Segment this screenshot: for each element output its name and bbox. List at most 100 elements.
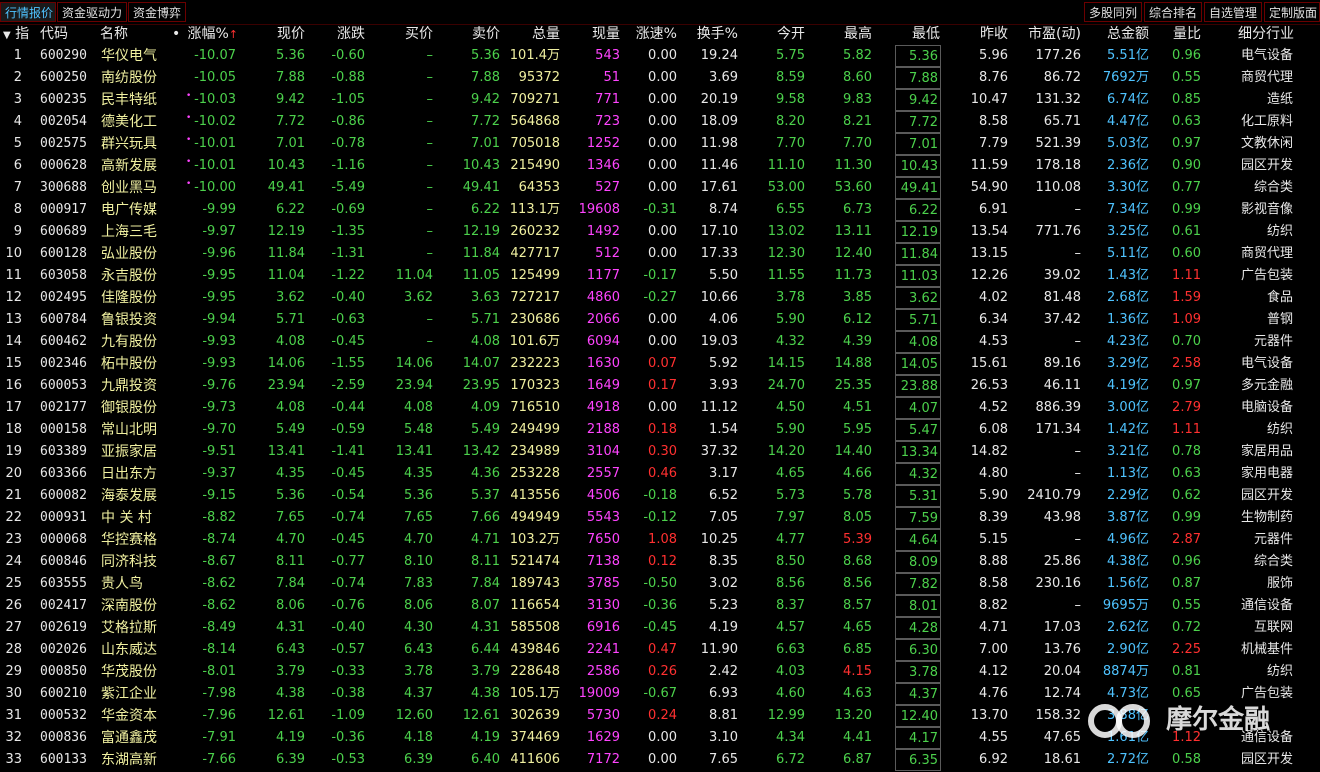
cell-vol-ratio: 0.77 [1172,180,1201,195]
header-high[interactable]: 最高 [810,24,872,45]
header-bid[interactable]: 买价 [375,24,433,45]
header-turnover[interactable]: 换手% [680,24,738,45]
table-row[interactable]: 4 002054 德美化工 -10.02 7.72 -0.86–7.72 564868 723… [0,111,1320,133]
cell-bid: 13.41 [395,444,433,459]
table-row[interactable]: 15 002346 柘中股份 -9.93 14.06 -1.55 14.06 14.07 232… [0,353,1320,375]
cell-volume: 374469 [510,730,560,745]
header-open[interactable]: 今开 [745,24,805,45]
header-industry[interactable]: 细分行业 [1220,24,1294,45]
cell-industry: 元器件 [1253,532,1293,547]
header-cur-vol[interactable]: 现量 [560,24,620,45]
header-ask[interactable]: 卖价 [440,24,500,45]
cell-name: 海泰发展 [101,488,157,504]
table-row[interactable]: 11 603058 永吉股份 -9.95 11.04 -1.22 11.04 11.05 125… [0,265,1320,287]
table-row[interactable]: 5 002575 群兴玩具 -10.01 7.01 -0.78–7.01 705018 125… [0,133,1320,155]
tab-capital-drive[interactable]: 资金驱动力 [57,2,127,22]
table-row[interactable]: 16 600053 九鼎投资 -9.76 23.94 -2.59 23.94 23.95 170… [0,375,1320,397]
cell-change: -0.45 [331,466,365,481]
table-row[interactable]: 19 603389 亚振家居 -9.51 13.41 -1.41 13.41 13.42 234… [0,441,1320,463]
cell-high: 11.30 [834,158,872,173]
header-idx[interactable]: ▼ 指 [3,24,33,45]
header-low[interactable]: 最低 [880,24,940,45]
table-row[interactable]: 2 600250 南纺股份 -10.05 7.88 -0.88 – 7.88 95372 51 0.… [0,67,1320,89]
cell-amount: 5.11亿 [1085,243,1149,265]
header-pe[interactable]: 市盈(动) [1015,24,1081,45]
tab-quotes[interactable]: 行情报价 [0,2,56,22]
amount-unit: 亿 [1135,290,1149,305]
cell-volume: 260232 [510,224,560,239]
table-row[interactable]: 28 002026 山东威达 -8.14 6.43 -0.57 6.43 6.44 439846… [0,639,1320,661]
cell-change: -0.86 [331,114,365,129]
table-row[interactable]: 27 002619 艾格拉斯 -8.49 4.31 -0.40 4.30 4.31 585508… [0,617,1320,639]
tab-ranking[interactable]: 综合排名 [1144,2,1202,22]
cell-ask: 13.42 [462,444,500,459]
cell-low: 4.64 [895,529,941,551]
tab-capital-game[interactable]: 资金博弈 [128,2,186,22]
header-price[interactable]: 现价 [245,24,305,45]
cell-pe: 158.32 [1035,708,1082,723]
cell-amount: 4.96亿 [1085,529,1149,551]
table-row[interactable]: 24 600846 同济科技 -8.67 8.11 -0.77 8.10 8.11 521474… [0,551,1320,573]
cell-volume: 253228 [510,466,560,481]
cell-prev-close: 4.55 [979,730,1008,745]
header-pct[interactable]: 涨幅%↑ [178,24,238,45]
table-row[interactable]: 9 600689 上海三毛 -9.97 12.19 -1.35 – 12.19 260232 14… [0,221,1320,243]
cell-code: 600235 [40,92,87,107]
cell-price: 3.62 [276,290,305,305]
header-amount[interactable]: 总金额 [1085,24,1149,45]
cell-volume: 521474 [510,554,560,569]
header-vol-ratio[interactable]: 量比 [1155,24,1201,45]
cell-high: 4.41 [843,730,872,745]
table-row[interactable]: 12 002495 佳隆股份 -9.95 3.62 -0.40 3.62 3.63 727217… [0,287,1320,309]
table-row[interactable]: 26 002417 深南股份 -8.62 8.06 -0.76 8.06 8.07 116654… [0,595,1320,617]
table-row[interactable]: 29 000850 华茂股份 -8.01 3.79 -0.33 3.78 3.79 228648… [0,661,1320,683]
cell-ask: 14.07 [462,356,500,371]
header-name[interactable]: 名称 [100,24,170,45]
cell-cur-vol: 51 [603,70,620,85]
cell-idx: 11 [5,268,22,283]
table-row[interactable]: 7 300688 创业黑马 -10.00 49.41 -5.49–49.41 64353 52… [0,177,1320,199]
header-prev-close[interactable]: 昨收 [950,24,1008,45]
cell-bid: 4.35 [404,466,433,481]
table-row[interactable]: 6 000628 高新发展 -10.01 10.43 -1.16–10.43 215490 1… [0,155,1320,177]
table-row[interactable]: 20 603366 日出东方 -9.37 4.35 -0.45 4.35 4.36 253228… [0,463,1320,485]
cell-change: -0.54 [331,488,365,503]
amount-unit: 亿 [1135,378,1149,393]
table-row[interactable]: 14 600462 九有股份 -9.93 4.08 -0.45 – 4.08 101.6万 609… [0,331,1320,353]
cell-cur-vol: 6094 [586,334,620,349]
cell-change: -2.59 [331,378,365,393]
table-row[interactable]: 1 600290 华仪电气 -10.07 5.36 -0.60 – 5.36 101.4万 543… [0,45,1320,67]
amount-unit: 亿 [1135,268,1149,283]
table-row[interactable]: 25 603555 贵人鸟 -8.62 7.84 -0.74 7.83 7.84 189743 3… [0,573,1320,595]
table-row[interactable]: 17 002177 御银股份 -9.73 4.08 -0.44 4.08 4.09 716510… [0,397,1320,419]
cell-industry: 文教休闲 [1240,136,1293,151]
cell-price: 4.31 [276,620,305,635]
amount-unit: 万 [1135,598,1149,613]
tab-multi-stock[interactable]: 多股同列 [1084,2,1142,22]
header-code[interactable]: 代码 [40,24,90,45]
table-row[interactable]: 10 600128 弘业股份 -9.96 11.84 -1.31 – 11.84 427717 5… [0,243,1320,265]
cell-ask: 5.36 [471,48,500,63]
cell-bid: 4.18 [404,730,433,745]
header-speed[interactable]: 涨速% [625,24,677,45]
cell-price: 5.71 [276,312,305,327]
tab-watchlist[interactable]: 自选管理 [1204,2,1262,22]
table-row[interactable]: 21 600082 海泰发展 -9.15 5.36 -0.54 5.36 5.37 413556… [0,485,1320,507]
cell-high: 4.63 [843,686,872,701]
cell-idx: 17 [5,400,22,415]
table-row[interactable]: 18 000158 常山北明 -9.70 5.49 -0.59 5.48 5.49 249499… [0,419,1320,441]
table-row[interactable]: 13 600784 鲁银投资 -9.94 5.71 -0.63 – 5.71 230686 206… [0,309,1320,331]
cell-open: 4.32 [776,334,805,349]
table-row[interactable]: 22 000931 中 关 村 -8.82 7.65 -0.74 7.65 7.66 49494… [0,507,1320,529]
cell-high: 4.51 [843,400,872,415]
cell-vol-ratio: 0.62 [1172,488,1201,503]
cell-ask: 6.22 [471,202,500,217]
cell-name: 九有股份 [101,334,157,350]
header-volume[interactable]: 总量 [500,24,560,45]
header-change[interactable]: 涨跌 [310,24,365,45]
tab-custom-layout[interactable]: 定制版面 [1264,2,1320,22]
table-row[interactable]: 23 000068 华控赛格 -8.74 4.70 -0.45 4.70 4.71 103.2万… [0,529,1320,551]
table-row[interactable]: 8 000917 电广传媒 -9.99 6.22 -0.69 – 6.22 113.1万 1960… [0,199,1320,221]
table-row[interactable]: 33 600133 东湖高新 -7.66 6.39 -0.53 6.39 6.40 411606… [0,749,1320,771]
table-row[interactable]: 3 600235 民丰特纸 -10.03 9.42 -1.05–9.42 709271 771… [0,89,1320,111]
